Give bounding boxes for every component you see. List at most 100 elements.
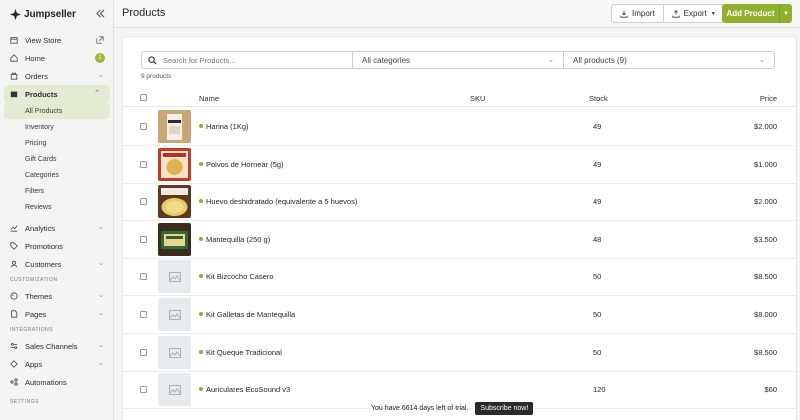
add-product-label: Add Product [726,9,775,18]
sidebar-item-analytics[interactable]: Analytics ⌄ [0,219,114,237]
table-row[interactable]: Kit Galletas de Mantequilla 50 $8.000 [123,296,796,334]
product-stock: 49 [593,197,602,206]
sidebar-item-label: Orders [25,71,48,81]
sidebar-item-pages[interactable]: Pages ⌄ [0,305,114,323]
sidebar-sub-gift-cards[interactable]: Gift Cards [0,151,114,167]
sidebar-sub-label: Pricing [25,139,47,147]
product-price: $8.500 [754,272,777,281]
trial-message: You have 6614 days left of trial. [371,404,469,412]
row-checkbox[interactable] [140,273,147,280]
table-row[interactable]: Mantequilla (250 g) 48 $3.500 [123,221,796,259]
sidebar-item-automations[interactable]: Automations [0,373,114,391]
product-stock: 50 [593,272,602,281]
chevron-down-icon: ⌄ [98,360,104,367]
product-stock: 49 [593,160,602,169]
sidebar-item-promotions[interactable]: Promotions [0,237,114,255]
product-price: $8.000 [754,310,777,319]
add-product-caret-icon[interactable]: ▼ [779,4,792,23]
sidebar-item-themes[interactable]: Themes ⌄ [0,287,114,305]
sidebar-item-label: Home [25,53,46,63]
trial-banner: You have 6614 days left of trial. Subscr… [371,400,534,416]
select-all-checkbox[interactable] [140,94,147,101]
row-checkbox[interactable] [140,236,147,243]
sidebar-item-apps[interactable]: Apps ⌄ [0,355,114,373]
column-sku[interactable]: SKU [470,94,485,103]
product-count: 9 products [141,73,172,80]
product-name[interactable]: Mantequilla (250 g) [206,235,270,244]
status-dot [199,124,203,128]
chevron-down-icon: ⌄ [98,72,104,79]
sidebar-sub-reviews[interactable]: Reviews [0,199,114,215]
product-name[interactable]: Kit Galletas de Mantequilla [206,310,295,319]
product-price: $8.500 [754,348,777,357]
products-filter-select[interactable]: All products (9) ⌄ [564,52,774,68]
sidebar-item-label: Pages [25,309,47,319]
baking-powder-image[interactable] [158,148,191,181]
status-dot [199,387,203,391]
placeholder-image-icon[interactable] [158,373,191,406]
product-name[interactable]: Huevo deshidratado (equivalente a 5 huev… [206,197,357,206]
sidebar-sub-inventory[interactable]: Inventory [0,119,114,135]
search-input[interactable] [163,55,343,65]
brand[interactable]: Jumpseller [10,7,76,21]
dried-egg-image[interactable] [158,185,191,218]
sidebar-sub-label: Gift Cards [25,155,57,163]
table-row[interactable]: Kit Queque Tradicional 50 $8.500 [123,334,796,372]
table-header: Name SKU Stock Price [123,89,796,107]
row-checkbox[interactable] [140,198,147,205]
sidebar-sub-categories[interactable]: Categories [0,167,114,183]
chevron-down-icon: ⌄ [98,292,104,299]
product-stock: 120 [593,385,606,394]
sidebar-item-home[interactable]: Home 1 [0,49,114,67]
sidebar-sub-filters[interactable]: Filters [0,183,114,199]
search-box[interactable] [142,52,353,68]
status-dot [199,199,203,203]
sidebar-item-view-store[interactable]: View Store [0,31,114,49]
flour-bag-image[interactable] [158,110,191,143]
page-title: Products [122,7,166,19]
product-name[interactable]: Polvos de Hornear (5g) [206,160,284,169]
column-price[interactable]: Price [760,94,777,103]
product-name[interactable]: Kit Bizcocho Casero [206,272,274,281]
table-row[interactable]: Kit Bizcocho Casero 50 $8.500 [123,258,796,296]
placeholder-image-icon[interactable] [158,298,191,331]
search-icon [148,55,157,65]
row-checkbox[interactable] [140,123,147,130]
caret-down-icon: ▼ [710,10,716,17]
sidebar: Jumpseller View Store Home 1 Orders ⌄ Pr… [0,0,114,420]
butter-image[interactable] [158,223,191,256]
products-icon [10,91,18,98]
sidebar-item-products[interactable]: Products ⌃ [4,85,110,103]
import-export-group: Import Export ▼ [611,4,725,23]
product-name[interactable]: Auriculares EcoSound v3 [206,385,290,394]
export-button[interactable]: Export ▼ [662,5,724,22]
sidebar-item-label: Apps [25,359,43,369]
row-checkbox[interactable] [140,311,147,318]
product-name[interactable]: Kit Queque Tradicional [206,348,282,357]
external-link-icon [96,36,104,44]
sidebar-sub-label: Filters [25,187,45,195]
category-select[interactable]: All categories ⌄ [353,52,564,68]
add-product-button[interactable]: Add Product ▼ [722,4,792,23]
row-checkbox[interactable] [140,161,147,168]
section-label-customization: CUSTOMIZATION [10,277,58,283]
column-stock[interactable]: Stock [589,94,608,103]
import-button[interactable]: Import [612,5,663,22]
table-row[interactable]: Harina (1Kg) 49 $2.000 [123,108,796,146]
placeholder-image-icon[interactable] [158,336,191,369]
product-name[interactable]: Harina (1Kg) [206,122,249,131]
column-name[interactable]: Name [199,94,219,103]
table-row[interactable]: Huevo deshidratado (equivalente a 5 huev… [123,183,796,221]
sidebar-item-sales-channels[interactable]: Sales Channels ⌄ [0,337,114,355]
sidebar-sub-all-products[interactable]: All Products [4,103,110,119]
import-label: Import [632,9,655,18]
sidebar-item-customers[interactable]: Customers ⌄ [0,255,114,273]
row-checkbox[interactable] [140,386,147,393]
collapse-sidebar-icon[interactable] [96,9,105,18]
sidebar-sub-pricing[interactable]: Pricing [0,135,114,151]
row-checkbox[interactable] [140,349,147,356]
subscribe-button[interactable]: Subscribe now! [475,401,534,415]
placeholder-image-icon[interactable] [158,260,191,293]
table-row[interactable]: Polvos de Hornear (5g) 49 $1.000 [123,146,796,184]
sidebar-item-orders[interactable]: Orders ⌄ [0,67,114,85]
